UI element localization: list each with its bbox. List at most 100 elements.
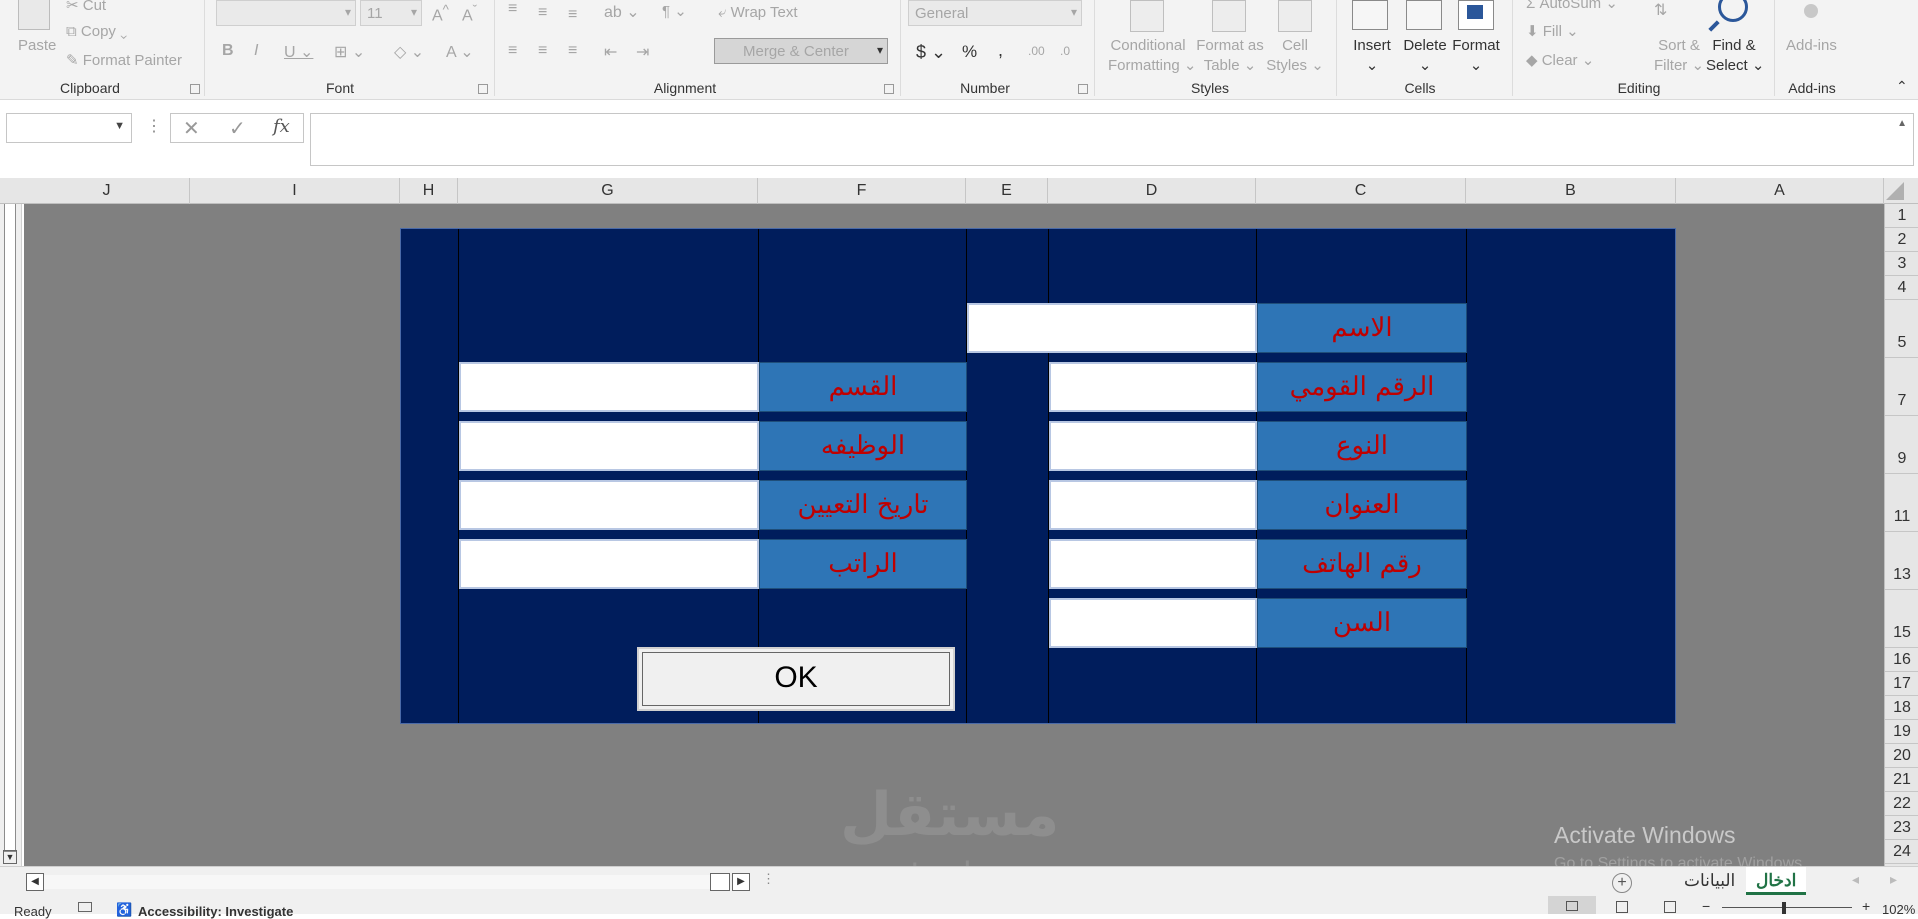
- align-right-button[interactable]: ≡: [568, 42, 577, 60]
- sort-filter-button[interactable]: Sort & Filter ⌄: [1652, 36, 1706, 76]
- zoom-slider[interactable]: [1722, 907, 1852, 908]
- scroll-right-icon[interactable]: ▶: [732, 873, 750, 891]
- ok-button[interactable]: OK: [637, 647, 955, 711]
- name-input[interactable]: [967, 303, 1257, 353]
- row-header-4[interactable]: 4: [1885, 276, 1918, 300]
- row-header-17[interactable]: 17: [1885, 672, 1918, 696]
- macro-record-icon[interactable]: [78, 902, 92, 912]
- borders-button[interactable]: ⊞ ⌄: [334, 42, 365, 62]
- number-dialog-launcher[interactable]: [1078, 84, 1088, 94]
- tab-data-sheet[interactable]: البيانات: [1674, 867, 1745, 895]
- page-layout-view-icon[interactable]: [1616, 901, 1628, 913]
- increase-indent-button[interactable]: ⇥: [636, 42, 649, 62]
- scroll-thumb[interactable]: [4, 200, 16, 852]
- collapse-ribbon-icon[interactable]: ⌃: [1896, 78, 1908, 95]
- column-header-i[interactable]: I: [190, 178, 400, 204]
- paste-button[interactable]: Paste: [18, 37, 56, 54]
- find-select-button[interactable]: Find & Select ⌄: [1706, 36, 1764, 76]
- salary-input[interactable]: [459, 539, 759, 589]
- row-header-21[interactable]: 21: [1885, 768, 1918, 792]
- column-header-c[interactable]: C: [1256, 178, 1466, 204]
- gender-input[interactable]: [1049, 421, 1257, 471]
- scroll-down-icon[interactable]: ▼: [3, 850, 17, 864]
- age-input[interactable]: [1049, 598, 1257, 648]
- paste-icon[interactable]: [18, 0, 50, 30]
- align-center-button[interactable]: ≡: [538, 42, 547, 60]
- merge-center-button[interactable]: Merge & Center ▾: [714, 38, 888, 64]
- hire-date-input[interactable]: [459, 480, 759, 530]
- row-header-18[interactable]: 18: [1885, 696, 1918, 720]
- font-name-combo[interactable]: ▾: [216, 0, 356, 26]
- horizontal-scroll-track[interactable]: [44, 875, 714, 889]
- cut-button[interactable]: ✂ Cut: [66, 0, 106, 14]
- department-input[interactable]: [459, 362, 759, 412]
- scroll-left-icon[interactable]: ◀: [26, 873, 44, 891]
- row-header-11[interactable]: 11: [1885, 474, 1918, 532]
- row-header-7[interactable]: 7: [1885, 358, 1918, 416]
- row-header-2[interactable]: 2: [1885, 228, 1918, 252]
- increase-decimal-button[interactable]: .00: [1028, 44, 1045, 58]
- decrease-indent-button[interactable]: ⇤: [604, 42, 617, 62]
- delete-button[interactable]: Delete ⌄: [1400, 36, 1450, 76]
- clear-button[interactable]: ◆ Clear ⌄: [1526, 51, 1594, 69]
- fill-button[interactable]: ⬇ Fill ⌄: [1526, 22, 1579, 40]
- align-top-button[interactable]: ≡: [508, 0, 517, 18]
- format-painter-button[interactable]: ✎ Format Painter: [66, 51, 182, 69]
- phone-input[interactable]: [1049, 539, 1257, 589]
- font-color-button[interactable]: A ⌄: [446, 42, 474, 62]
- cancel-icon[interactable]: ✕: [183, 116, 200, 141]
- column-header-a[interactable]: A: [1676, 178, 1884, 204]
- column-header-d[interactable]: D: [1048, 178, 1256, 204]
- job-input[interactable]: [459, 421, 759, 471]
- row-header-3[interactable]: 3: [1885, 252, 1918, 276]
- fill-color-button[interactable]: ◇ ⌄: [394, 42, 424, 62]
- name-box[interactable]: ▼: [6, 113, 132, 143]
- expand-formula-icon[interactable]: ▲: [1897, 118, 1907, 129]
- row-header-9[interactable]: 9: [1885, 416, 1918, 474]
- zoom-in-icon[interactable]: +: [1862, 898, 1870, 914]
- formula-input[interactable]: ▲: [310, 113, 1914, 166]
- enter-icon[interactable]: ✓: [229, 116, 246, 141]
- row-header-19[interactable]: 19: [1885, 720, 1918, 744]
- row-header-5[interactable]: 5: [1885, 300, 1918, 358]
- font-dialog-launcher[interactable]: [478, 84, 488, 94]
- tab-entry-sheet[interactable]: ادخال: [1746, 867, 1807, 895]
- text-direction-button[interactable]: ¶ ⌄: [662, 2, 687, 20]
- address-input[interactable]: [1049, 480, 1257, 530]
- column-header-h[interactable]: H: [400, 178, 458, 204]
- add-sheet-icon[interactable]: +: [1612, 873, 1632, 893]
- tab-next-icon[interactable]: ▸: [1890, 871, 1897, 888]
- zoom-out-icon[interactable]: −: [1702, 898, 1710, 914]
- format-button[interactable]: Format ⌄: [1450, 36, 1502, 76]
- tab-prev-icon[interactable]: ◂: [1852, 871, 1859, 888]
- column-header-j[interactable]: J: [24, 178, 190, 204]
- cell-styles-button[interactable]: Cell Styles ⌄: [1264, 36, 1326, 76]
- column-header-b[interactable]: B: [1466, 178, 1676, 204]
- align-middle-button[interactable]: ≡: [538, 4, 547, 22]
- italic-button[interactable]: I: [254, 42, 258, 60]
- column-header-f[interactable]: F: [758, 178, 966, 204]
- column-header-e[interactable]: E: [966, 178, 1048, 204]
- wrap-text-button[interactable]: ⤶ Wrap Text: [718, 4, 798, 21]
- comma-button[interactable]: ,: [998, 40, 1003, 61]
- copy-button[interactable]: ⧉ Copy ⌄: [66, 23, 127, 40]
- currency-button[interactable]: $ ⌄: [916, 42, 946, 63]
- row-header-16[interactable]: 16: [1885, 648, 1918, 672]
- page-break-view-icon[interactable]: [1664, 901, 1676, 913]
- row-header-22[interactable]: 22: [1885, 792, 1918, 816]
- insert-function-icon[interactable]: fx: [273, 116, 290, 137]
- shrink-font-button[interactable]: Aˇ: [462, 2, 477, 25]
- number-format-combo[interactable]: General ▾: [908, 0, 1082, 26]
- orientation-button[interactable]: ab ⌄: [604, 2, 640, 22]
- addins-button[interactable]: Add-ins: [1786, 37, 1837, 54]
- split-handle-icon[interactable]: ⋮: [762, 871, 775, 887]
- vertical-scrollbar[interactable]: ▲ ▼: [0, 178, 22, 866]
- row-header-23[interactable]: 23: [1885, 816, 1918, 840]
- percent-button[interactable]: %: [962, 42, 977, 62]
- align-bottom-button[interactable]: ≡: [568, 6, 577, 24]
- zoom-slider-thumb[interactable]: [1782, 902, 1786, 914]
- normal-view-button[interactable]: [1548, 896, 1596, 914]
- row-header-15[interactable]: 15: [1885, 590, 1918, 648]
- row-header-20[interactable]: 20: [1885, 744, 1918, 768]
- clipboard-dialog-launcher[interactable]: [190, 84, 200, 94]
